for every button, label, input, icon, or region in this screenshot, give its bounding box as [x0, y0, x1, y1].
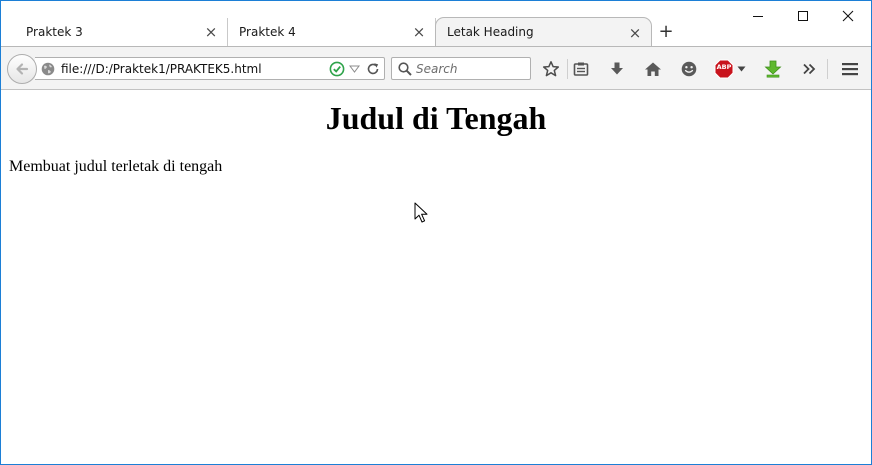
minimize-icon[interactable]	[735, 1, 781, 31]
maximize-icon[interactable]	[780, 1, 826, 31]
close-icon[interactable]	[825, 1, 871, 31]
url-bar[interactable]: file:///D:/Praktek1/PRAKTEK5.html	[35, 57, 385, 80]
tab-label: Praktek 3	[26, 25, 83, 39]
close-icon[interactable]: ×	[627, 25, 643, 41]
tab-label: Letak Heading	[447, 25, 534, 39]
overflow-chevron-icon[interactable]	[798, 58, 820, 80]
check-circle-icon	[329, 61, 345, 77]
download-icon[interactable]	[606, 58, 628, 80]
page-heading: Judul di Tengah	[325, 100, 547, 136]
globe-icon[interactable]	[41, 62, 55, 76]
plus-icon[interactable]: +	[657, 22, 675, 42]
reload-icon[interactable]	[366, 62, 380, 76]
page-paragraph: Membuat judul terletak di tengah	[9, 158, 223, 175]
search-bar[interactable]	[391, 57, 531, 80]
hamburger-menu-icon[interactable]	[839, 58, 861, 80]
adblock-label: ABP	[716, 63, 732, 71]
search-icon[interactable]	[397, 61, 413, 77]
smiley-icon[interactable]	[678, 58, 700, 80]
toolbar-separator	[827, 59, 828, 79]
back-arrow-icon	[16, 63, 29, 75]
star-icon[interactable]	[540, 58, 562, 80]
navigation-toolbar: file:///D:/Praktek1/PRAKTEK5.html Search…	[1, 46, 871, 90]
reader-list-icon[interactable]	[570, 58, 592, 80]
search-input[interactable]	[416, 60, 526, 77]
green-download-icon[interactable]	[762, 58, 784, 80]
toolbar-separator	[567, 59, 568, 79]
tab-praktek-4[interactable]: Praktek 4 ×	[228, 18, 436, 46]
adblock-icon[interactable]: ABP	[714, 58, 748, 80]
back-button[interactable]	[7, 54, 37, 84]
tab-strip: Praktek 3 × Praktek 4 × Letak Heading × …	[1, 1, 871, 47]
tab-letak-heading[interactable]: Letak Heading ×	[435, 17, 652, 47]
mouse-cursor-icon	[414, 202, 428, 223]
home-icon[interactable]	[642, 58, 664, 80]
tab-label: Praktek 4	[239, 25, 296, 39]
close-icon[interactable]: ×	[411, 24, 427, 40]
browser-window: Praktek 3 × Praktek 4 × Letak Heading × …	[1, 1, 871, 464]
chevron-down-icon[interactable]	[349, 64, 360, 74]
tab-praktek-3[interactable]: Praktek 3 ×	[15, 18, 228, 46]
chevron-down-icon[interactable]	[737, 66, 746, 72]
page-content: Judul di Tengah Membuat judul terletak d…	[1, 90, 871, 464]
close-icon[interactable]: ×	[203, 24, 219, 40]
url-text: file:///D:/Praktek1/PRAKTEK5.html	[61, 62, 262, 76]
